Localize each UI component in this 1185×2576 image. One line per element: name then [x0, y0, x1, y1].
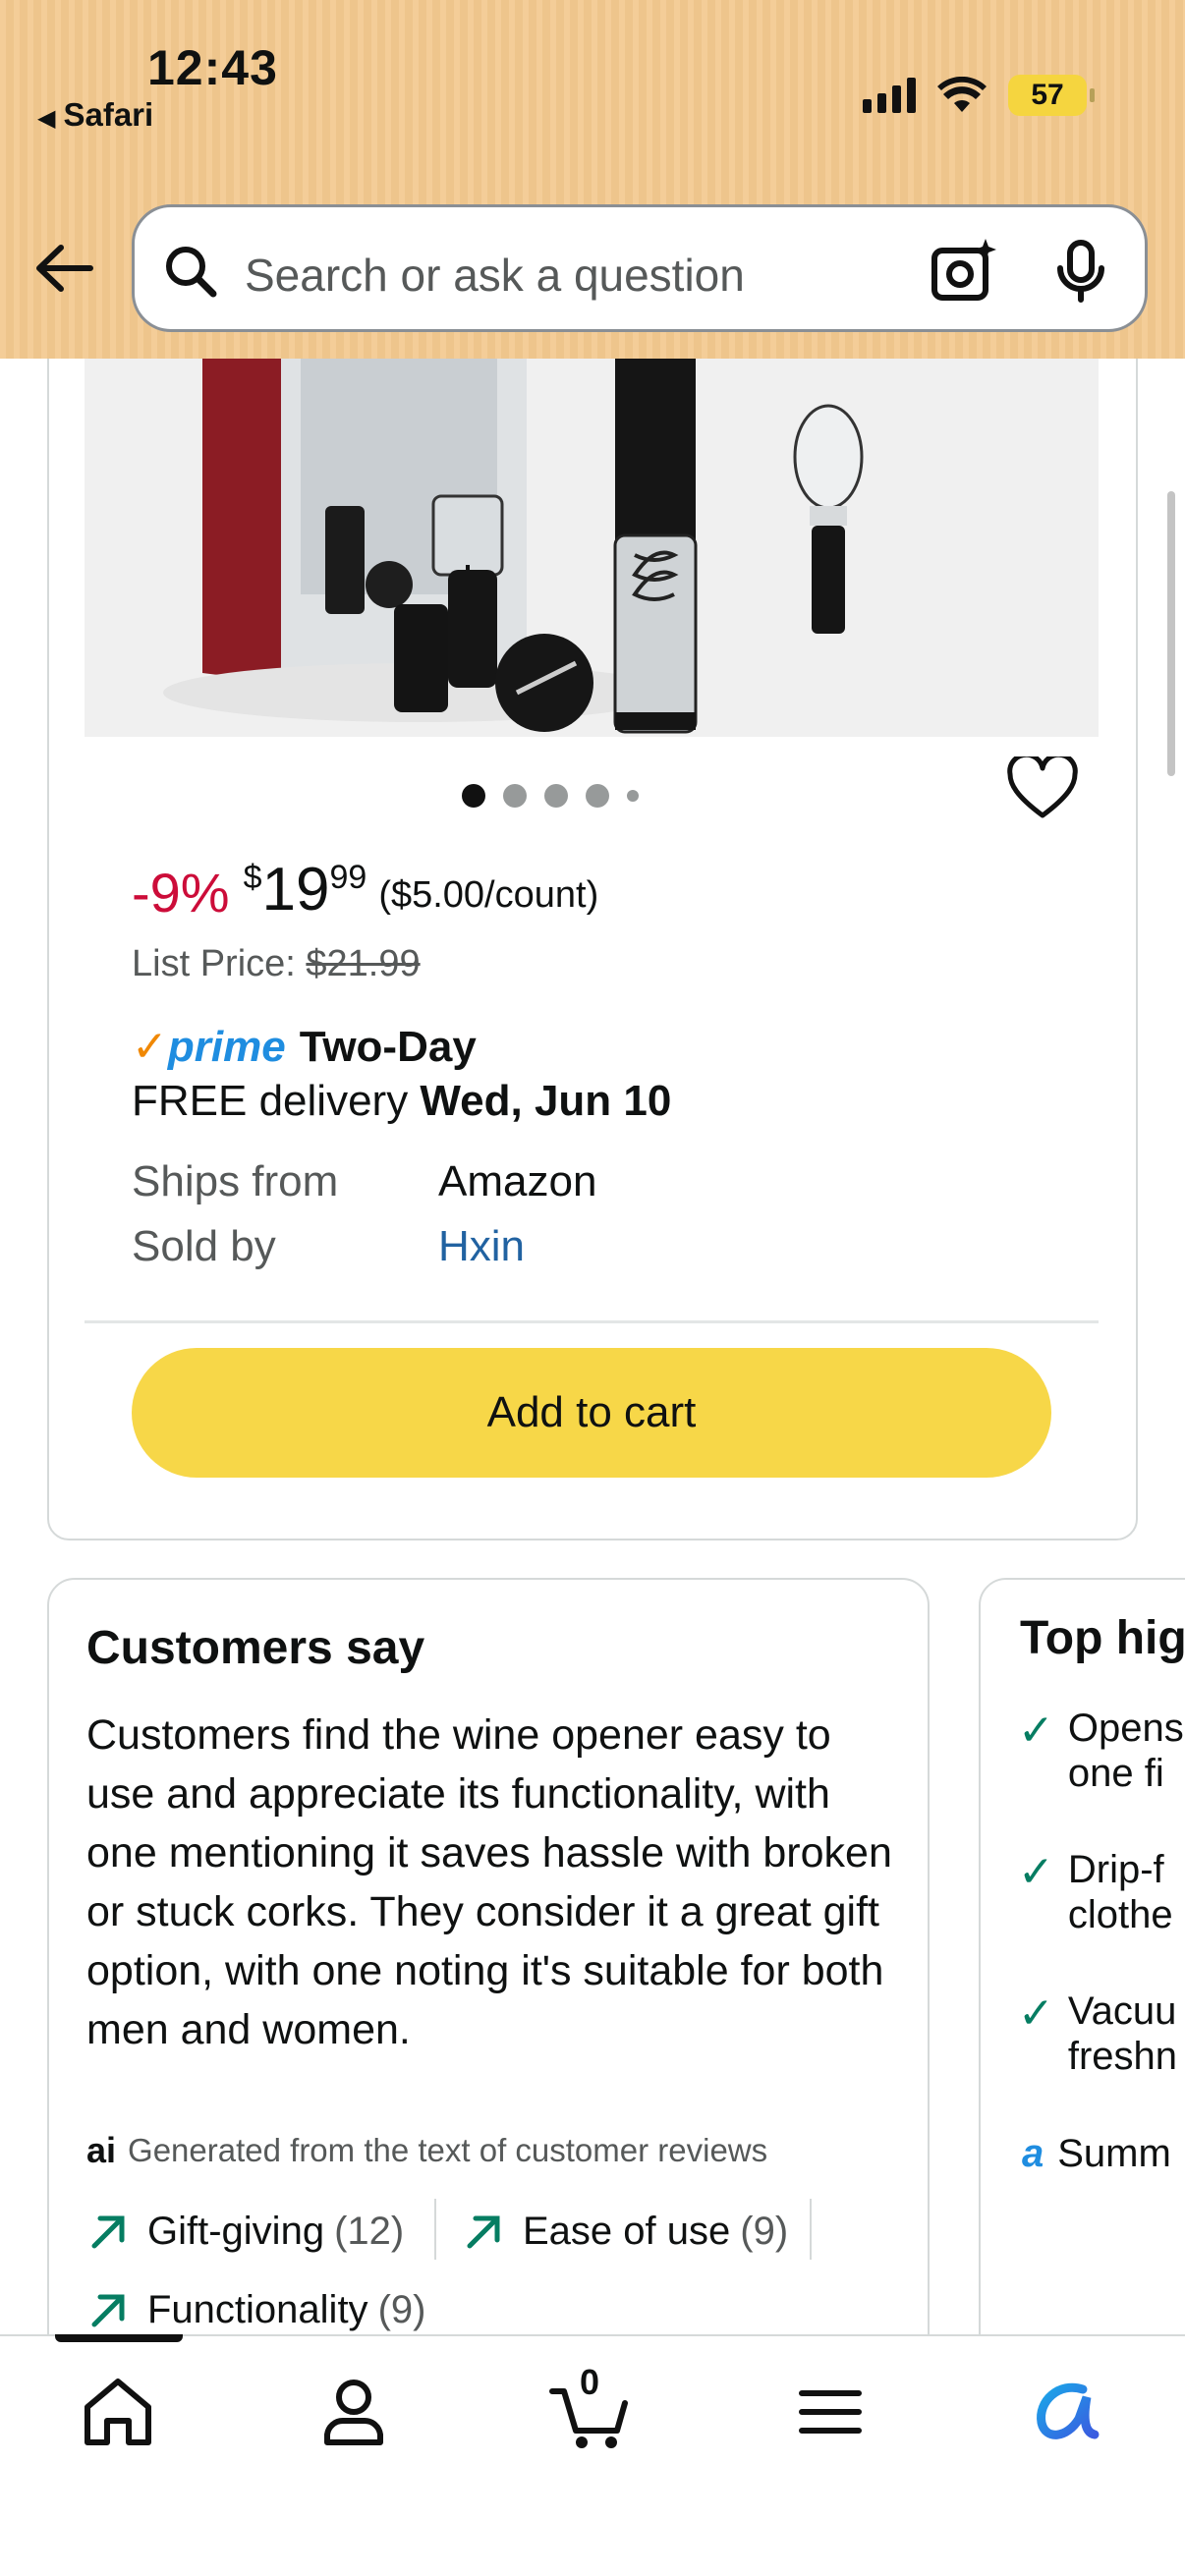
menu-icon[interactable]	[786, 2368, 875, 2456]
account-icon[interactable]	[310, 2368, 398, 2456]
search-icon	[166, 247, 217, 298]
prime-label: prime	[167, 1023, 286, 1071]
highlight-item: ✓ Drip-f clothe	[1018, 1847, 1173, 1937]
highlight-line: Opens	[1067, 1707, 1184, 1750]
list-price: List Price: $21.99	[132, 943, 421, 985]
prime-badge: ✓ prime Two-Day	[132, 1022, 477, 1072]
microphone-icon[interactable]	[1046, 237, 1115, 306]
active-tab-indicator	[55, 2334, 183, 2342]
chip-separator	[434, 2199, 436, 2260]
carousel-dot[interactable]	[503, 784, 527, 808]
customers-say-summary: Customers find the wine opener easy to u…	[86, 1711, 892, 2053]
chip-label: Ease of use	[523, 2209, 731, 2253]
highlight-line: Vacuu	[1067, 1989, 1177, 2033]
price-currency: $	[243, 859, 262, 896]
ships-from-value: Amazon	[438, 1157, 597, 1205]
home-icon[interactable]	[74, 2368, 162, 2456]
cart-count-badge: 0	[580, 2362, 600, 2402]
price-row: -9% $ 19 99 ($5.00/count)	[132, 855, 598, 924]
list-price-label: List Price:	[132, 943, 296, 984]
heart-icon[interactable]	[1006, 756, 1079, 821]
chip-label: Gift-giving	[147, 2209, 325, 2253]
delivery-prefix: FREE delivery	[132, 1077, 409, 1125]
check-icon: ✓	[1018, 1989, 1054, 2038]
highlight-line: clothe	[1067, 1893, 1173, 1936]
trend-up-arrow-icon	[467, 2215, 500, 2249]
rufus-ai-icon[interactable]	[1022, 2368, 1110, 2456]
browser-header: 12:43 ◀ Safari 57 Search or ask a questio…	[0, 0, 1185, 359]
wine-opener-set-illustration	[85, 359, 1099, 737]
product-image[interactable]	[85, 359, 1099, 737]
chip-label: Functionality	[147, 2287, 368, 2331]
battery-icon: 57	[1008, 75, 1095, 116]
back-to-safari[interactable]: ◀ Safari	[37, 96, 153, 134]
discount-percent: -9%	[132, 862, 230, 924]
delivery-date: Wed, Jun 10	[420, 1077, 672, 1125]
sold-by-link[interactable]: Hxin	[438, 1222, 525, 1271]
highlight-line: Drip-f	[1067, 1848, 1164, 1891]
camera-search-icon[interactable]	[929, 237, 997, 306]
status-icons: 57	[863, 71, 1095, 120]
ai-generated-note: ai Generated from the text of customer r…	[86, 2130, 767, 2171]
list-price-value: $21.99	[306, 943, 421, 984]
price-per-count: ($5.00/count)	[378, 874, 599, 916]
scrollbar[interactable]	[1167, 491, 1175, 776]
trend-up-arrow-icon	[91, 2294, 125, 2327]
status-time: 12:43	[147, 40, 278, 95]
prime-check-icon: ✓	[132, 1023, 168, 1071]
highlight-item: ✓ Opens one fi	[1018, 1706, 1184, 1796]
ships-from-label: Ships from	[132, 1157, 339, 1205]
back-app-label: Safari	[63, 96, 154, 133]
review-chip-gift-giving[interactable]: Gift-giving (12)	[86, 2209, 404, 2254]
price: $ 19 99	[244, 855, 367, 924]
highlights-summary-link[interactable]: a Summ	[1022, 2132, 1171, 2176]
ai-icon: ai	[86, 2130, 117, 2170]
carousel-dot[interactable]	[627, 790, 639, 802]
cellular-signal-icon	[863, 78, 916, 113]
image-carousel-dots[interactable]	[462, 784, 639, 808]
check-icon: ✓	[1018, 1848, 1054, 1896]
chip-separator	[810, 2199, 812, 2260]
delivery-info: FREE delivery Wed, Jun 10	[132, 1077, 671, 1126]
search-input[interactable]: Search or ask a question	[132, 204, 1148, 332]
carousel-dot[interactable]	[462, 784, 485, 808]
divider	[85, 1320, 1099, 1323]
search-placeholder: Search or ask a question	[245, 250, 745, 301]
check-icon: ✓	[1018, 1707, 1054, 1755]
carousel-dot[interactable]	[586, 784, 609, 808]
highlight-line: freshn	[1067, 2035, 1178, 2078]
review-chip-ease-of-use[interactable]: Ease of use (9)	[462, 2209, 788, 2254]
sold-by-label: Sold by	[132, 1222, 276, 1270]
summary-link-label: Summ	[1057, 2132, 1171, 2175]
review-chip-functionality[interactable]: Functionality (9)	[86, 2287, 425, 2332]
chip-count: (9)	[740, 2209, 789, 2253]
customers-say-title: Customers say	[86, 1622, 425, 1674]
add-to-cart-button[interactable]: Add to cart	[132, 1348, 1051, 1478]
chip-count: (9)	[377, 2287, 426, 2331]
prime-speed: Two-Day	[299, 1023, 477, 1071]
chip-count: (12)	[334, 2209, 405, 2253]
back-triangle-icon: ◀	[37, 105, 56, 132]
highlight-line: one fi	[1067, 1752, 1164, 1795]
back-arrow-icon[interactable]	[29, 234, 98, 303]
ai-note-text: Generated from the text of customer revi…	[128, 2132, 768, 2168]
rufus-a-icon: a	[1022, 2132, 1044, 2175]
price-fraction: 99	[329, 859, 367, 896]
trend-up-arrow-icon	[91, 2215, 125, 2249]
highlight-item: ✓ Vacuu freshn	[1018, 1988, 1177, 2079]
carousel-dot[interactable]	[544, 784, 568, 808]
wifi-icon	[937, 77, 987, 112]
top-highlights-title: Top hig	[1020, 1612, 1185, 1664]
price-whole: 19	[261, 856, 330, 924]
